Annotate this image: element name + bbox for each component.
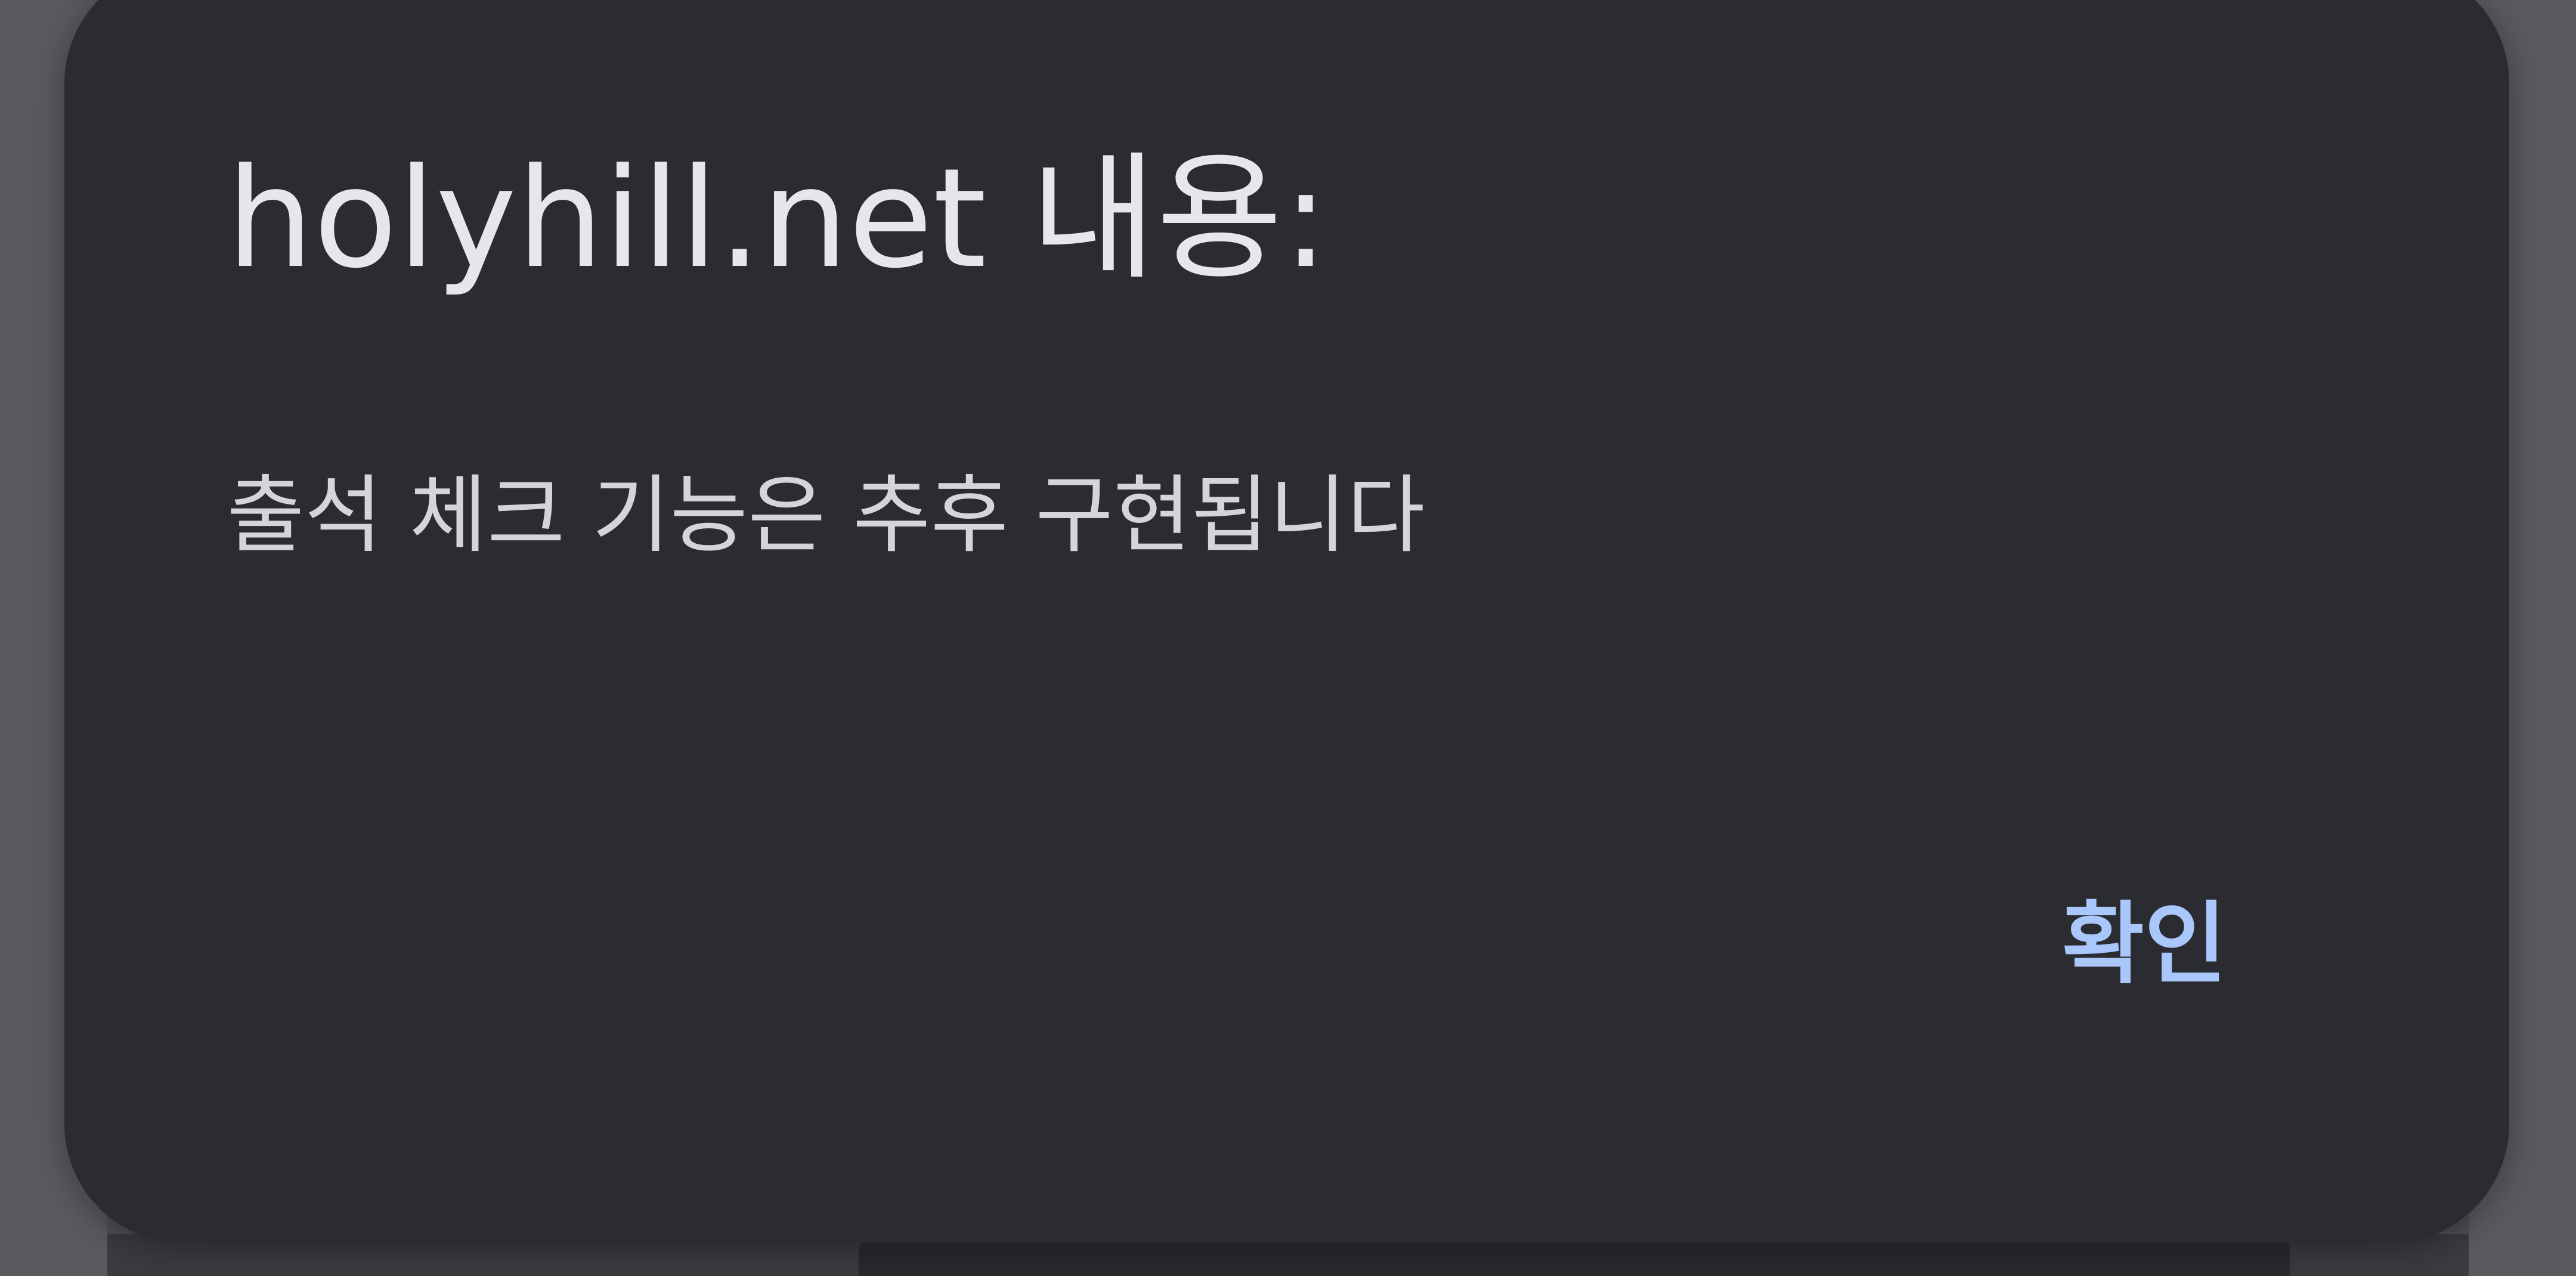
dialog-title: holyhill.net 내용: [227,140,1329,299]
confirm-button[interactable]: 확인 [2014,859,2274,1014]
alert-dialog: holyhill.net 내용: 출석 체크 기능은 추후 구현됩니다 확인 [64,0,2509,1243]
dialog-message: 출석 체크 기능은 추후 구현됩니다 [227,466,1425,565]
